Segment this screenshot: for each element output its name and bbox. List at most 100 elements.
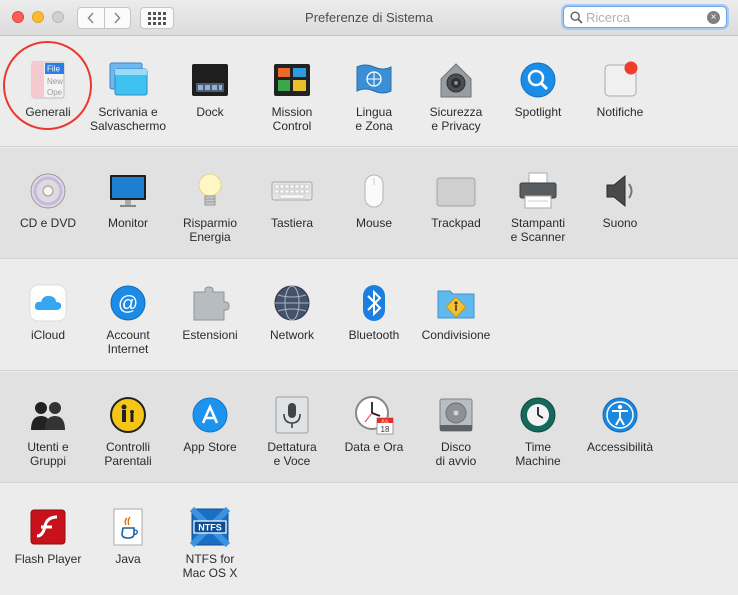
svg-text:18: 18	[381, 425, 390, 434]
pref-dock[interactable]: Dock	[168, 59, 252, 155]
pref-label: Risparmio Energia	[182, 216, 237, 244]
pref-risparmio-energia[interactable]: Risparmio Energia	[168, 170, 252, 266]
pref-label: Scrivania e Salvaschermo	[89, 105, 167, 133]
desktop-screensaver-icon	[109, 62, 148, 96]
sharing-folder-icon	[437, 290, 475, 319]
hard-drive-icon	[439, 398, 473, 432]
puzzle-piece-icon	[193, 286, 230, 321]
pref-account-internet[interactable]: @ Account Internet	[86, 282, 170, 378]
section-system: Utenti e Gruppi Controlli Parentali App …	[0, 372, 738, 483]
clock-calendar-icon: JUL 18	[355, 396, 394, 435]
pref-java[interactable]: Java	[86, 506, 170, 595]
pref-label: Dock	[196, 105, 224, 119]
pref-sicurezza-privacy[interactable]: Sicurezza e Privacy	[414, 59, 498, 155]
pref-label: Dettatura e Voce	[267, 440, 317, 468]
svg-text:@: @	[118, 293, 138, 315]
pref-label: Flash Player	[14, 552, 82, 566]
pref-stampanti-scanner[interactable]: Stampanti e Scanner	[496, 170, 580, 266]
pref-dettatura-voce[interactable]: Dettatura e Voce	[250, 394, 334, 490]
bluetooth-icon	[363, 285, 385, 321]
pref-flash-player[interactable]: Flash Player	[6, 506, 90, 595]
pref-label: CD e DVD	[19, 216, 76, 230]
pref-mouse[interactable]: Mouse	[332, 170, 416, 266]
pref-notifiche[interactable]: Notifiche	[578, 59, 662, 155]
globe-icon	[274, 285, 310, 321]
clear-search-button[interactable]: ×	[707, 11, 720, 24]
pref-disco-avvio[interactable]: Disco di avvio	[414, 394, 498, 490]
pref-label: Account Internet	[106, 328, 150, 356]
svg-text:NTFS: NTFS	[198, 523, 222, 533]
keyboard-icon	[271, 181, 313, 201]
mouse-icon	[364, 174, 384, 208]
section-internet: iCloud @ Account Internet Estensioni Net…	[0, 260, 738, 371]
pref-label: Spotlight	[514, 105, 562, 119]
time-machine-icon	[520, 397, 556, 433]
pref-label: Notifiche	[596, 105, 644, 119]
pref-utenti-gruppi[interactable]: Utenti e Gruppi	[6, 394, 90, 490]
pref-trackpad[interactable]: Trackpad	[414, 170, 498, 266]
pref-ntfs[interactable]: NTFS NTFS for Mac OS X	[168, 506, 252, 595]
pref-label: Mission Control	[271, 105, 313, 133]
printer-icon	[519, 172, 557, 209]
search-input[interactable]	[586, 9, 704, 25]
pref-icloud[interactable]: iCloud	[6, 282, 90, 378]
icloud-icon	[29, 284, 67, 322]
pref-label: Utenti e Gruppi	[27, 440, 69, 468]
mission-control-icon	[274, 64, 310, 96]
pref-app-store[interactable]: App Store	[168, 394, 252, 490]
parental-controls-icon	[110, 397, 146, 433]
at-sign-icon: @	[110, 285, 146, 321]
pref-condivisione[interactable]: Condivisione	[414, 282, 498, 378]
java-icon	[113, 508, 143, 546]
pref-lingua-zona[interactable]: Lingua e Zona	[332, 59, 416, 155]
ntfs-icon: NTFS	[189, 506, 231, 548]
pref-network[interactable]: Network	[250, 282, 334, 378]
pref-mission-control[interactable]: Mission Control	[250, 59, 334, 155]
pref-label: Monitor	[107, 216, 148, 230]
pref-label: App Store	[183, 440, 237, 454]
pref-label: Bluetooth	[348, 328, 400, 342]
svg-text:JUL: JUL	[381, 418, 389, 423]
pref-label: Sicurezza e Privacy	[429, 105, 483, 133]
pref-data-ora[interactable]: JUL 18 Data e Ora	[332, 394, 416, 490]
users-icon	[31, 402, 65, 430]
pref-accessibilita[interactable]: Accessibilità	[578, 394, 662, 490]
pref-estensioni[interactable]: Estensioni	[168, 282, 252, 378]
speaker-icon	[606, 174, 633, 208]
pref-cd-dvd[interactable]: CD e DVD	[6, 170, 90, 266]
section-personal: File New Ope Generali Scrivania e Salvas…	[0, 37, 738, 147]
pref-time-machine[interactable]: Time Machine	[496, 394, 580, 490]
accessibility-icon	[602, 397, 638, 433]
pref-label: iCloud	[30, 328, 66, 342]
disc-icon	[30, 173, 66, 209]
app-store-icon	[192, 397, 228, 433]
monitor-icon	[110, 175, 146, 207]
pref-label: Condivisione	[421, 328, 491, 342]
pref-suono[interactable]: Suono	[578, 170, 662, 266]
un-flag-icon	[356, 64, 392, 94]
pref-label: Trackpad	[431, 216, 481, 230]
section-hardware: CD e DVD Monitor Risparmio Energia Tasti…	[0, 148, 738, 259]
pref-label: Mouse	[355, 216, 393, 230]
pref-scrivania-salvaschermo[interactable]: Scrivania e Salvaschermo	[86, 59, 170, 155]
pref-controlli-parentali[interactable]: Controlli Parentali	[86, 394, 170, 490]
pref-bluetooth[interactable]: Bluetooth	[332, 282, 416, 378]
pref-label: Estensioni	[182, 328, 238, 342]
pref-tastiera[interactable]: Tastiera	[250, 170, 334, 266]
pref-label: Network	[269, 328, 314, 342]
pref-label: Accessibilità	[586, 440, 654, 454]
pref-label: Stampanti e Scanner	[510, 216, 566, 244]
notifications-icon	[604, 61, 638, 97]
spotlight-icon	[520, 62, 556, 98]
house-lock-icon	[440, 63, 472, 98]
flash-player-icon	[30, 509, 66, 545]
search-field[interactable]: ×	[563, 6, 727, 28]
pref-label: Disco di avvio	[435, 440, 477, 468]
trackpad-icon	[436, 177, 476, 207]
pref-spotlight[interactable]: Spotlight	[496, 59, 580, 155]
pref-label: Java	[115, 552, 141, 566]
pref-monitor[interactable]: Monitor	[86, 170, 170, 266]
highlight-circle	[3, 41, 92, 130]
window-titlebar: Preferenze di Sistema ×	[0, 0, 738, 36]
pref-label: Data e Ora	[344, 440, 404, 454]
